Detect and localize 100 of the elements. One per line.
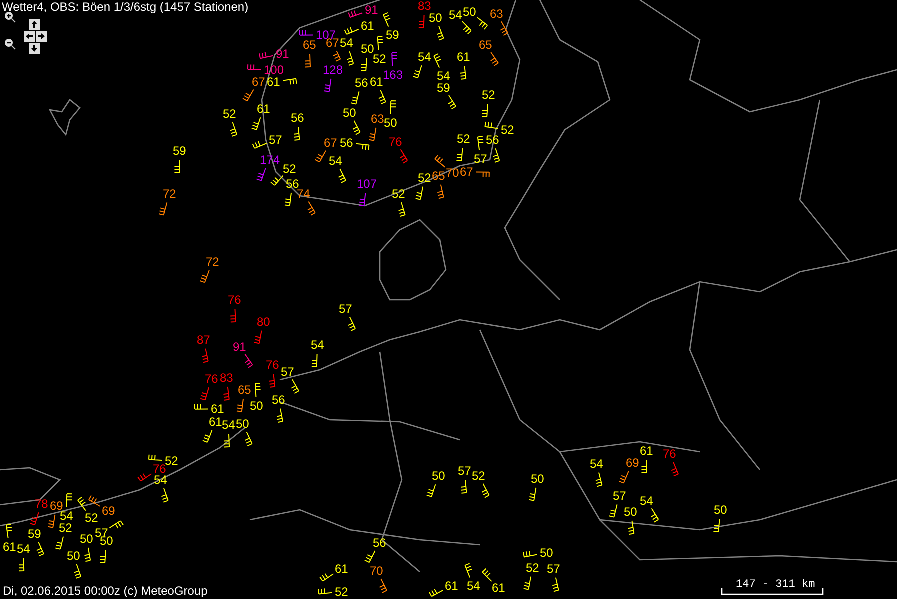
wind-barb-icon <box>392 52 398 66</box>
gust-value: 52 <box>223 108 236 120</box>
gust-value: 52 <box>482 89 496 101</box>
gust-value: 100 <box>264 64 284 76</box>
gust-value: 91 <box>233 341 246 353</box>
wind-barb-icon <box>324 78 332 92</box>
wind-barb-icon <box>436 26 444 41</box>
wind-barb-icon <box>252 141 268 150</box>
gust-value: 87 <box>197 334 210 346</box>
gust-value: 52 <box>283 163 296 175</box>
gust-value: 83 <box>418 0 432 12</box>
gust-value: 50 <box>714 504 728 516</box>
gust-value: 50 <box>236 418 250 430</box>
wind-barb-icon <box>200 387 210 401</box>
wind-barb-icon <box>84 547 92 562</box>
gust-value: 50 <box>429 12 442 24</box>
wind-barb-icon <box>595 472 603 488</box>
gust-value: 107 <box>357 178 378 190</box>
gust-value: 69 <box>102 505 116 517</box>
wind-barb-icon <box>552 577 560 592</box>
wind-barb-icon <box>314 150 326 163</box>
gust-value: 56 <box>272 394 286 406</box>
gust-value: 57 <box>458 465 472 477</box>
gust-value: 57 <box>613 490 626 502</box>
gust-value: 59 <box>28 528 42 540</box>
zoom-out-icon[interactable] <box>4 38 16 50</box>
arrow-up-button[interactable] <box>29 19 40 30</box>
gust-value: 59 <box>173 145 186 157</box>
gust-value: 54 <box>437 70 450 82</box>
wind-barb-icon <box>462 21 472 35</box>
gust-value: 56 <box>340 137 354 149</box>
wind-barb-icon <box>482 568 492 582</box>
gust-value: 76 <box>228 294 242 306</box>
wind-barb-icon <box>490 52 499 66</box>
wind-barb-icon <box>48 514 56 528</box>
gust-value: 54 <box>449 9 462 21</box>
wind-barb-icon <box>350 91 360 105</box>
wind-barb-icon <box>174 160 180 174</box>
timestamp-caption: Di, 02.06.2015 00:00z (c) MeteoGroup <box>3 584 208 598</box>
wind-barb-icon <box>236 398 244 412</box>
gust-value: 52 <box>457 133 470 145</box>
zoom-in-icon[interactable] <box>4 11 16 23</box>
gust-value: 54 <box>640 495 654 507</box>
gust-value: 76 <box>389 136 402 148</box>
gust-value: 54 <box>60 510 74 522</box>
gust-value: 83 <box>220 372 234 384</box>
wind-barb-icon <box>311 354 318 368</box>
gust-value: 59 <box>386 29 400 41</box>
arrow-right-button[interactable] <box>36 31 47 42</box>
wind-barb-icon <box>269 374 276 388</box>
gust-value: 50 <box>432 470 446 482</box>
gust-value: 54 <box>418 51 432 63</box>
wind-barb-icon <box>344 27 360 36</box>
gust-value: 76 <box>663 448 676 460</box>
gust-value: 56 <box>291 112 304 124</box>
wind-barb-icon <box>415 186 424 200</box>
gust-value: 50 <box>343 107 356 119</box>
wind-barb-icon <box>244 432 253 447</box>
wind-barb-icon <box>460 480 468 494</box>
gust-value: 57 <box>547 563 560 575</box>
gust-value: 63 <box>490 8 504 20</box>
wind-barb-icon <box>437 184 444 200</box>
gust-value: 57 <box>474 153 488 165</box>
wind-barb-icon <box>6 524 13 539</box>
gust-value: 50 <box>100 535 114 547</box>
wind-barb-icon <box>426 484 436 498</box>
wind-barb-icon <box>500 21 508 36</box>
gust-value: 54 <box>340 37 354 49</box>
gust-value: 52 <box>165 455 178 467</box>
gust-value: 61 <box>3 541 16 553</box>
wind-barb-icon <box>276 408 284 423</box>
wind-barb-icon <box>161 488 169 503</box>
wind-barb-icon <box>308 201 316 216</box>
gust-value: 128 <box>323 64 344 76</box>
gust-value: 69 <box>626 457 640 469</box>
arrow-down-button[interactable] <box>29 43 40 54</box>
gust-value: 50 <box>624 506 638 518</box>
gust-value: 57 <box>339 303 352 315</box>
gust-value: 61 <box>361 20 374 32</box>
wind-barb-icon <box>360 58 368 72</box>
wind-barb-icon <box>346 51 354 66</box>
gust-value: 63 <box>371 113 384 125</box>
gust-value: 78 <box>35 498 48 510</box>
gust-value: 91 <box>276 48 290 60</box>
scale-label: 147 - 311 km <box>736 579 816 591</box>
wind-barb-icon <box>390 100 397 114</box>
map-title: Wetter4, OBS: Böen 1/3/6stg (1457 Stationen) <box>2 0 249 14</box>
wind-barb-icon <box>434 53 442 68</box>
wind-barb-icon <box>456 148 464 162</box>
gust-value: 50 <box>250 400 264 412</box>
gust-value: 50 <box>463 6 476 18</box>
gust-value: 91 <box>365 4 378 16</box>
gust-value: 72 <box>163 188 176 200</box>
wind-barb-icon <box>671 462 679 477</box>
arrow-left-button[interactable] <box>24 31 35 42</box>
wind-barb-icon <box>364 550 376 564</box>
wind-barb-icon <box>484 122 499 130</box>
wind-barb-icon <box>477 136 484 151</box>
gust-value: 76 <box>153 463 166 475</box>
gust-value: 56 <box>286 178 300 190</box>
